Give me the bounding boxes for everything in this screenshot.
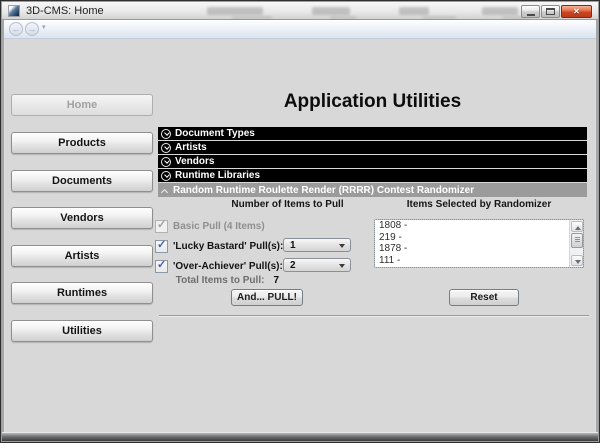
scroll-down-button[interactable]: [571, 255, 583, 266]
combo-arrow-icon: [339, 264, 345, 268]
window-frame-right: [595, 20, 598, 432]
expander-label: Artists: [175, 142, 207, 153]
list-scrollbar[interactable]: [569, 220, 583, 267]
list-item[interactable]: 1331 -: [375, 267, 583, 268]
list-item[interactable]: 111 -: [375, 255, 583, 267]
total-items-label: Total Items to Pull:: [175, 275, 265, 286]
expander-label: Runtime Libraries: [175, 170, 261, 181]
expander-label: Vendors: [175, 156, 215, 167]
minimize-button[interactable]: [521, 5, 540, 18]
sidebar-item-utilities[interactable]: Utilities: [11, 320, 153, 342]
maximize-button[interactable]: [541, 5, 560, 18]
expander-label: Document Types: [175, 128, 255, 139]
column-header-items-selected: Items Selected by Randomizer: [406, 199, 552, 210]
titlebar: 3D-CMS: Home ✕: [2, 2, 598, 20]
page-title: Application Utilities: [283, 91, 462, 112]
nav-dropdown-icon[interactable]: ▾: [42, 23, 46, 31]
back-icon: ←: [11, 24, 21, 34]
expander-label: Random Runtime Roulette Render (RRRR) Co…: [173, 184, 475, 196]
chevron-down-circle-icon: [161, 142, 171, 153]
pull-button[interactable]: And... PULL!: [231, 289, 303, 306]
expander-runtime-libraries[interactable]: Runtime Libraries: [158, 169, 587, 182]
sidebar-item-artists[interactable]: Artists: [11, 245, 153, 267]
basic-pull-checkbox[interactable]: ✓: [155, 219, 168, 233]
redacted-menu-text: [207, 7, 263, 15]
app-icon: [8, 5, 20, 17]
back-button[interactable]: ←: [9, 22, 23, 36]
lucky-pull-value: 1: [290, 240, 296, 251]
scroll-down-icon: [575, 260, 581, 264]
list-item[interactable]: 219 -: [375, 232, 583, 244]
lucky-pull-label: 'Lucky Bastard' Pull(s):: [173, 241, 284, 252]
over-achiever-value: 2: [290, 260, 296, 271]
close-button[interactable]: ✕: [561, 5, 592, 18]
total-items-row: Total Items to Pull: 7: [61, 275, 279, 286]
caption-buttons: ✕: [521, 5, 592, 18]
lucky-pull-select[interactable]: 1: [283, 238, 351, 252]
total-items-value: 7: [273, 275, 279, 286]
over-achiever-checkbox[interactable]: ✓: [155, 259, 168, 273]
list-item[interactable]: 1878 -: [375, 243, 583, 255]
reset-button[interactable]: Reset: [449, 289, 519, 306]
expander-vendors[interactable]: Vendors: [158, 155, 587, 168]
forward-icon: →: [27, 24, 37, 34]
redacted-text: [422, 16, 456, 19]
redacted-menu-text: [312, 7, 350, 15]
close-icon: ✕: [573, 7, 580, 16]
window-title: 3D-CMS: Home: [26, 5, 104, 17]
minimize-icon: [526, 13, 535, 16]
list-item[interactable]: 1808 -: [375, 220, 583, 232]
sidebar-item-home[interactable]: Home: [11, 94, 153, 116]
redacted-menu-text: [482, 7, 518, 15]
chevron-down-circle-icon: [161, 170, 171, 181]
combo-arrow-icon: [339, 244, 345, 248]
app-window: 3D-CMS: Home ✕ ← → ▾ Home Products Docum…: [0, 0, 600, 443]
expander-artists[interactable]: Artists: [158, 141, 587, 154]
redacted-menu-text: [399, 7, 429, 15]
expander-rrrr-randomizer[interactable]: Random Runtime Roulette Render (RRRR) Co…: [158, 183, 587, 197]
scroll-up-icon: [575, 226, 581, 230]
redacted-text: [232, 16, 272, 19]
checkmark-icon: ✓: [157, 259, 167, 271]
window-frame-bottom: [2, 432, 598, 441]
basic-pull-label: Basic Pull (4 Items): [173, 221, 265, 232]
column-header-number-to-pull: Number of Items to Pull: [231, 199, 344, 210]
chevron-down-circle-icon: [161, 128, 171, 139]
sidebar-item-products[interactable]: Products: [11, 132, 153, 154]
maximize-icon: [546, 8, 555, 15]
client-area: Home Products Documents Vendors Artists …: [5, 39, 595, 432]
chevron-down-circle-icon: [161, 156, 171, 167]
section-separator: [159, 315, 589, 316]
chevron-up-icon: [160, 188, 169, 196]
checkmark-icon: ✓: [157, 239, 167, 251]
expander-group: Document Types Artists Vendors Runtime L…: [158, 127, 587, 197]
scroll-up-button[interactable]: [571, 221, 583, 232]
forward-button[interactable]: →: [25, 22, 39, 36]
expander-document-types[interactable]: Document Types: [158, 127, 587, 140]
randomizer-results-list[interactable]: 1808 - 219 - 1878 - 111 - 1331 -: [374, 219, 584, 268]
lucky-pull-checkbox[interactable]: ✓: [155, 239, 168, 253]
navigation-toolbar: ← → ▾: [4, 20, 596, 39]
over-achiever-select[interactable]: 2: [283, 258, 351, 272]
redacted-text: [330, 16, 356, 19]
sidebar-item-documents[interactable]: Documents: [11, 170, 153, 192]
over-achiever-label: 'Over-Achiever' Pull(s):: [173, 261, 283, 272]
scroll-thumb[interactable]: [571, 233, 583, 248]
sidebar-item-vendors[interactable]: Vendors: [11, 207, 153, 229]
checkmark-icon: ✓: [157, 219, 167, 231]
